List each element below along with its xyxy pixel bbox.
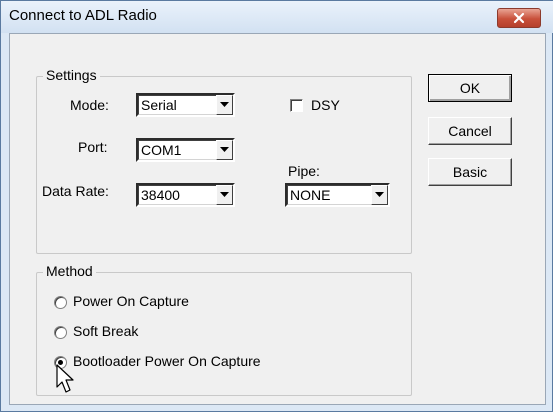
- port-select-value: COM1: [141, 142, 182, 158]
- title-bar[interactable]: Connect to ADL Radio: [1, 1, 553, 33]
- port-dropdown-button[interactable]: [216, 140, 233, 160]
- port-select[interactable]: COM1: [136, 138, 235, 162]
- chevron-down-icon: [220, 102, 229, 107]
- dsy-label: DSY: [311, 97, 340, 113]
- basic-button[interactable]: Basic: [428, 158, 512, 186]
- radio-power-on-capture[interactable]: [54, 296, 67, 309]
- method-group-label: Method: [43, 263, 96, 279]
- mode-select[interactable]: Serial: [136, 93, 235, 117]
- data-rate-select-value: 38400: [141, 187, 180, 203]
- mode-select-value: Serial: [141, 97, 177, 113]
- pipe-select-value: NONE: [290, 187, 331, 203]
- data-rate-select[interactable]: 38400: [136, 183, 235, 207]
- data-rate-label: Data Rate:: [42, 183, 109, 199]
- mouse-pointer-icon: [56, 364, 74, 393]
- power-on-capture-label: Power On Capture: [73, 293, 189, 309]
- pipe-label: Pipe:: [288, 163, 320, 179]
- radio-soft-break[interactable]: [54, 326, 67, 339]
- chevron-down-icon: [375, 192, 384, 197]
- cancel-button[interactable]: Cancel: [428, 117, 512, 145]
- settings-group-label: Settings: [43, 67, 100, 83]
- port-label: Port:: [78, 139, 108, 155]
- ok-button[interactable]: OK: [428, 74, 512, 102]
- pipe-dropdown-button[interactable]: [371, 185, 388, 205]
- mode-label: Mode:: [70, 97, 109, 113]
- mode-dropdown-button[interactable]: [216, 95, 233, 115]
- close-button[interactable]: [497, 8, 541, 28]
- pipe-select[interactable]: NONE: [285, 183, 390, 207]
- dsy-checkbox[interactable]: [290, 99, 303, 112]
- chevron-down-icon: [220, 147, 229, 152]
- bootloader-power-on-capture-label: Bootloader Power On Capture: [73, 353, 261, 369]
- close-icon: [513, 12, 525, 24]
- data-rate-dropdown-button[interactable]: [216, 185, 233, 205]
- window-title: Connect to ADL Radio: [9, 7, 157, 24]
- dialog-window: Connect to ADL Radio Settings Mode: Seri…: [0, 0, 553, 412]
- dialog-client-area: Settings Mode: Serial DSY Port: COM1 Pip…: [9, 33, 546, 405]
- soft-break-label: Soft Break: [73, 323, 139, 339]
- chevron-down-icon: [220, 192, 229, 197]
